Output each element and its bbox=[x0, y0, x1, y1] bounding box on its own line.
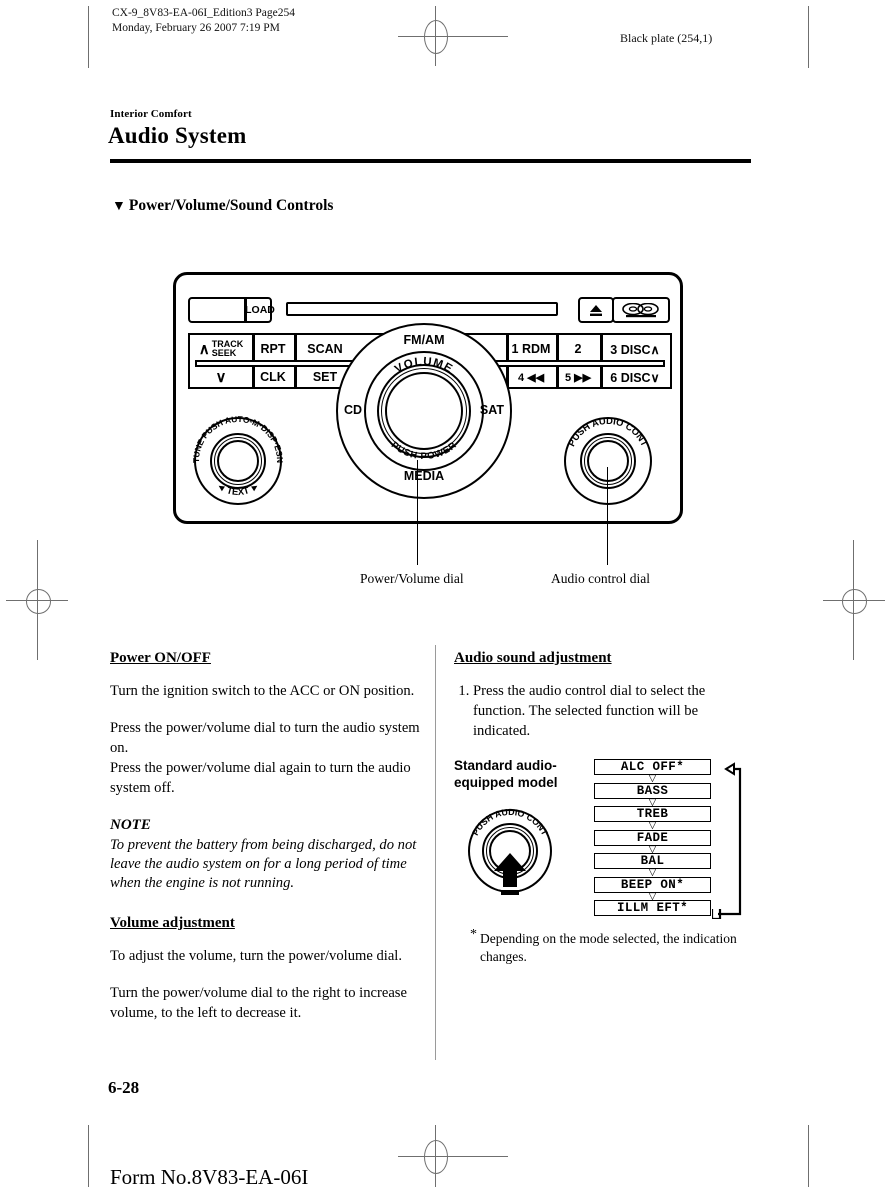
power-paragraph-1: Turn the ignition switch to the ACC or O… bbox=[110, 683, 415, 699]
dial-volume-arc-label: VOLUME bbox=[393, 356, 454, 376]
dial-media-label: MEDIA bbox=[403, 469, 445, 483]
svg-text:◄ TEXT ►: ◄ TEXT ► bbox=[214, 480, 262, 498]
black-plate-label: Black plate (254,1) bbox=[620, 31, 713, 45]
function-arrow-5: ▽ bbox=[648, 867, 657, 879]
function-arrow-3: ▽ bbox=[648, 820, 657, 832]
reg-mark-left-circle bbox=[26, 589, 51, 614]
track-seek-down-button[interactable]: ∨ bbox=[190, 363, 252, 391]
load-button-label: LOAD bbox=[245, 304, 275, 316]
leader-line-audio-control bbox=[607, 467, 609, 565]
note-heading: NOTE bbox=[110, 817, 151, 833]
eject-icon bbox=[590, 304, 602, 316]
seek-label: SEEK bbox=[211, 348, 237, 358]
dial-cd-label: CD bbox=[344, 403, 363, 417]
subsection-heading: ▼ Power/Volume/Sound Controls bbox=[112, 197, 333, 215]
callout-audio-control-dial: Audio control dial bbox=[551, 571, 650, 586]
volume-paragraph-2: Turn the power/volume dial to the right … bbox=[110, 985, 407, 1021]
cd-insert-slot bbox=[286, 302, 558, 316]
callout-power-volume-dial: Power/Volume dial bbox=[360, 571, 464, 586]
tune-knob-top-label: TUNE PUSH AUTO-M·DISP·ESN bbox=[191, 415, 285, 463]
trim-mark-bottom-left bbox=[88, 1125, 89, 1187]
section-kicker: Interior Comfort bbox=[110, 108, 192, 120]
doc-id-line1: CX-9_8V83-EA-06I_Edition3 Page254 bbox=[112, 7, 296, 19]
tune-knob-arc-labels: TUNE PUSH AUTO-M·DISP·ESN ◄ TEXT ► bbox=[191, 415, 285, 498]
audio-knob-top-label: PUSH AUDIO CONT bbox=[566, 415, 651, 448]
preset-3-disc-up-button[interactable]: 3 DISC∧ bbox=[600, 335, 670, 363]
trim-mark-top-left bbox=[88, 6, 89, 68]
dial-fm-am-label: FM/AM bbox=[403, 333, 445, 347]
standard-audio-diagram: Standard audio-equipped model PUSH AUDIO… bbox=[454, 757, 754, 932]
dial-push-power-arc-label: PUSH POWER bbox=[389, 440, 458, 462]
step-1: Press the audio control dial to select t… bbox=[473, 681, 754, 741]
power-on-off-heading: Power ON/OFF bbox=[110, 650, 211, 666]
right-text-column: Audio sound adjustment Press the audio c… bbox=[454, 648, 754, 755]
volume-adjustment-heading: Volume adjustment bbox=[110, 915, 235, 931]
diagram-footnote: * Depending on the mode selected, the in… bbox=[470, 927, 750, 966]
preset-2-button[interactable]: 2 bbox=[556, 335, 600, 363]
track-seek-up-caret: ∧ bbox=[198, 340, 210, 358]
reg-mark-bottom-circle bbox=[424, 1140, 448, 1174]
eject-button[interactable] bbox=[578, 297, 614, 323]
reg-mark-right-circle bbox=[842, 589, 867, 614]
dial-sat-label: SAT bbox=[479, 403, 504, 417]
function-arrow-1: ▽ bbox=[648, 773, 657, 785]
page-title: Audio System bbox=[108, 123, 247, 148]
volume-paragraph-1: To adjust the volume, turn the power/vol… bbox=[110, 948, 403, 964]
tune-knob-bottom-label: ◄ TEXT ► bbox=[214, 480, 262, 498]
tune-knob[interactable]: TUNE PUSH AUTO-M·DISP·ESN ◄ TEXT ► bbox=[188, 415, 288, 507]
title-rule bbox=[110, 159, 751, 163]
compact-disc-logo bbox=[612, 297, 670, 323]
svg-text:PUSH POWER: PUSH POWER bbox=[389, 440, 459, 462]
document-header: CX-9_8V83-EA-06I_Edition3 Page254 Monday… bbox=[112, 6, 295, 36]
function-list: ALC OFF* ▽ BASS ▽ TREB ▽ FADE ▽ BAL ▽ BE… bbox=[594, 759, 711, 916]
cd-slot-row: LOAD bbox=[188, 297, 672, 323]
trim-mark-top-right bbox=[808, 6, 809, 68]
reg-mark-top-circle bbox=[424, 20, 448, 54]
audio-adjustment-steps: Press the audio control dial to select t… bbox=[454, 681, 754, 741]
svg-text:PUSH AUDIO CONT: PUSH AUDIO CONT bbox=[566, 415, 651, 448]
preset-4-rewind-button[interactable]: 4 ◀◀ bbox=[506, 363, 556, 391]
function-arrow-4: ▽ bbox=[648, 843, 657, 855]
load-button[interactable]: LOAD bbox=[188, 297, 275, 323]
svg-text:PUSH AUDIO CONT: PUSH AUDIO CONT bbox=[470, 807, 550, 838]
triangle-bullet-icon: ▼ bbox=[112, 199, 126, 214]
preset-5-forward-button[interactable]: 5 ▶▶ bbox=[556, 363, 600, 391]
track-seek-label: TRACK SEEK bbox=[211, 339, 244, 359]
diagram-knob-top-label: PUSH AUDIO CONT bbox=[470, 807, 550, 838]
function-item-illm: ILLM EFT* bbox=[594, 900, 711, 916]
note-body: To prevent the battery from being discha… bbox=[110, 837, 417, 891]
compact-disc-icon bbox=[622, 302, 659, 317]
svg-text:VOLUME: VOLUME bbox=[393, 356, 455, 376]
power-volume-dial[interactable]: VOLUME PUSH POWER FM/AM MEDIA CD SAT bbox=[336, 323, 512, 499]
power-paragraph-2: Press the power/volume dial to turn the … bbox=[110, 720, 420, 756]
reg-mark-bottom-hline bbox=[398, 1156, 508, 1157]
manual-page: CX-9_8V83-EA-06I_Edition3 Page254 Monday… bbox=[0, 0, 891, 1200]
function-loop-arrow-icon bbox=[712, 762, 742, 919]
leader-line-power-volume bbox=[417, 460, 419, 565]
doc-id-line2: Monday, February 26 2007 7:19 PM bbox=[112, 22, 280, 34]
power-paragraph-3: Press the power/volume dial again to tur… bbox=[110, 760, 411, 796]
page-number: 6-28 bbox=[108, 1078, 140, 1097]
subsection-heading-label: Power/Volume/Sound Controls bbox=[128, 197, 334, 214]
reg-mark-top-hline bbox=[398, 36, 508, 37]
preset-6-disc-down-button[interactable]: 6 DISC∨ bbox=[600, 363, 670, 391]
preset-1-button[interactable]: 1 RDM bbox=[506, 335, 556, 363]
svg-text:TUNE PUSH AUTO-M·DISP·ESN: TUNE PUSH AUTO-M·DISP·ESN bbox=[191, 415, 285, 463]
left-text-column: Power ON/OFF Turn the ignition switch to… bbox=[110, 648, 422, 1023]
form-number: Form No.8V83-EA-06I bbox=[110, 1165, 309, 1189]
diagram-title: Standard audio-equipped model bbox=[454, 758, 558, 790]
footnote-text: Depending on the mode selected, the indi… bbox=[480, 931, 737, 964]
track-seek-up-button[interactable]: ∧ TRACK SEEK bbox=[190, 335, 252, 363]
audio-sound-adjustment-heading: Audio sound adjustment bbox=[454, 650, 612, 666]
footnote-marker: * bbox=[470, 927, 477, 942]
function-arrow-2: ▽ bbox=[648, 796, 657, 808]
diagram-audio-knob: PUSH AUDIO CONT bbox=[462, 807, 558, 899]
press-arrow-icon bbox=[494, 853, 526, 895]
clk-button[interactable]: CLK bbox=[252, 363, 294, 391]
trim-mark-bottom-right bbox=[808, 1125, 809, 1187]
rpt-button[interactable]: RPT bbox=[252, 335, 294, 363]
column-divider bbox=[435, 645, 437, 1060]
function-arrow-6: ▽ bbox=[648, 890, 657, 902]
